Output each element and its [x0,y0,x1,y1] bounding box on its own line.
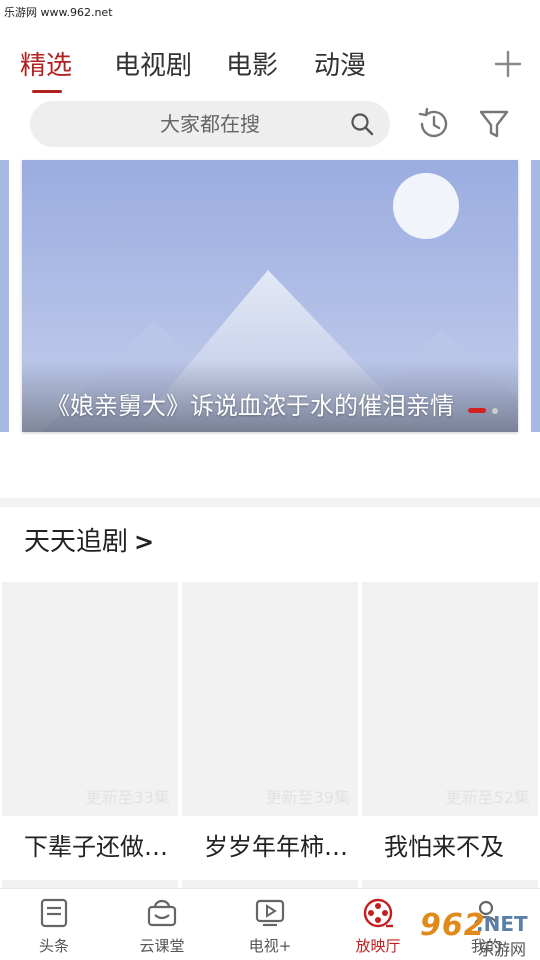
tab-tv-series[interactable]: 电视剧 [114,46,192,86]
drama-card-title[interactable]: 岁岁年年柿… [204,830,348,864]
drama-card-title[interactable]: 下辈子还做… [24,830,168,864]
watermark-logo-cn: 乐游网 [478,940,527,959]
episode-badge: 更新至52集 [445,788,530,807]
history-icon[interactable] [416,106,452,142]
drama-card[interactable]: 更新至39集 [182,582,358,816]
drama-card-title[interactable]: 我怕来不及 [384,830,504,864]
drama-card[interactable]: 更新至52集 [362,582,538,816]
plus-icon[interactable] [494,50,522,78]
search-bar[interactable]: 大家都在搜 [30,101,390,147]
carousel-dot-active[interactable] [468,408,486,413]
tv-icon [255,899,285,927]
banner-carousel[interactable]: 《娘亲舅大》诉说血浓于水的催泪亲情 [22,160,518,432]
news-icon [40,898,68,928]
tab-featured[interactable]: 精选 [20,46,72,86]
banner-caption: 《娘亲舅大》诉说血浓于水的催泪亲情 [46,392,454,420]
section-divider [0,498,540,507]
section-title[interactable]: 天天追剧 [24,524,128,560]
episode-badge: 更新至39集 [265,788,350,807]
classroom-icon [147,899,177,927]
watermark-logo-suffix: .NET [476,912,528,936]
active-tab-indicator [32,90,62,93]
search-icon[interactable] [350,112,374,136]
category-tabs: 精选 电视剧 电影 动漫 [0,46,540,96]
nav-item-classroom[interactable]: 云课堂 [108,889,216,960]
nav-label: 电视+ [248,937,292,955]
search-placeholder: 大家都在搜 [160,112,260,136]
filter-icon[interactable] [476,106,512,142]
watermark-site-text: 乐游网 www.962.net [4,6,113,19]
nav-label: 云课堂 [139,937,185,955]
carousel-dot[interactable] [492,408,498,414]
nav-label: 头条 [38,937,69,955]
tab-movies[interactable]: 电影 [226,46,278,86]
episode-badge: 更新至33集 [85,788,170,807]
nav-item-headlines[interactable]: 头条 [0,889,108,960]
watermark-logo: 962 .NET 乐游网 [398,908,538,960]
banner-prev-peek[interactable] [0,160,9,432]
film-reel-icon [363,898,393,928]
banner-next-peek[interactable] [531,160,540,432]
nav-item-tv-plus[interactable]: 电视+ [216,889,324,960]
section-more-chevron-icon[interactable]: > [134,524,154,560]
tab-anime[interactable]: 动漫 [314,46,366,86]
drama-card[interactable]: 更新至33集 [2,582,178,816]
